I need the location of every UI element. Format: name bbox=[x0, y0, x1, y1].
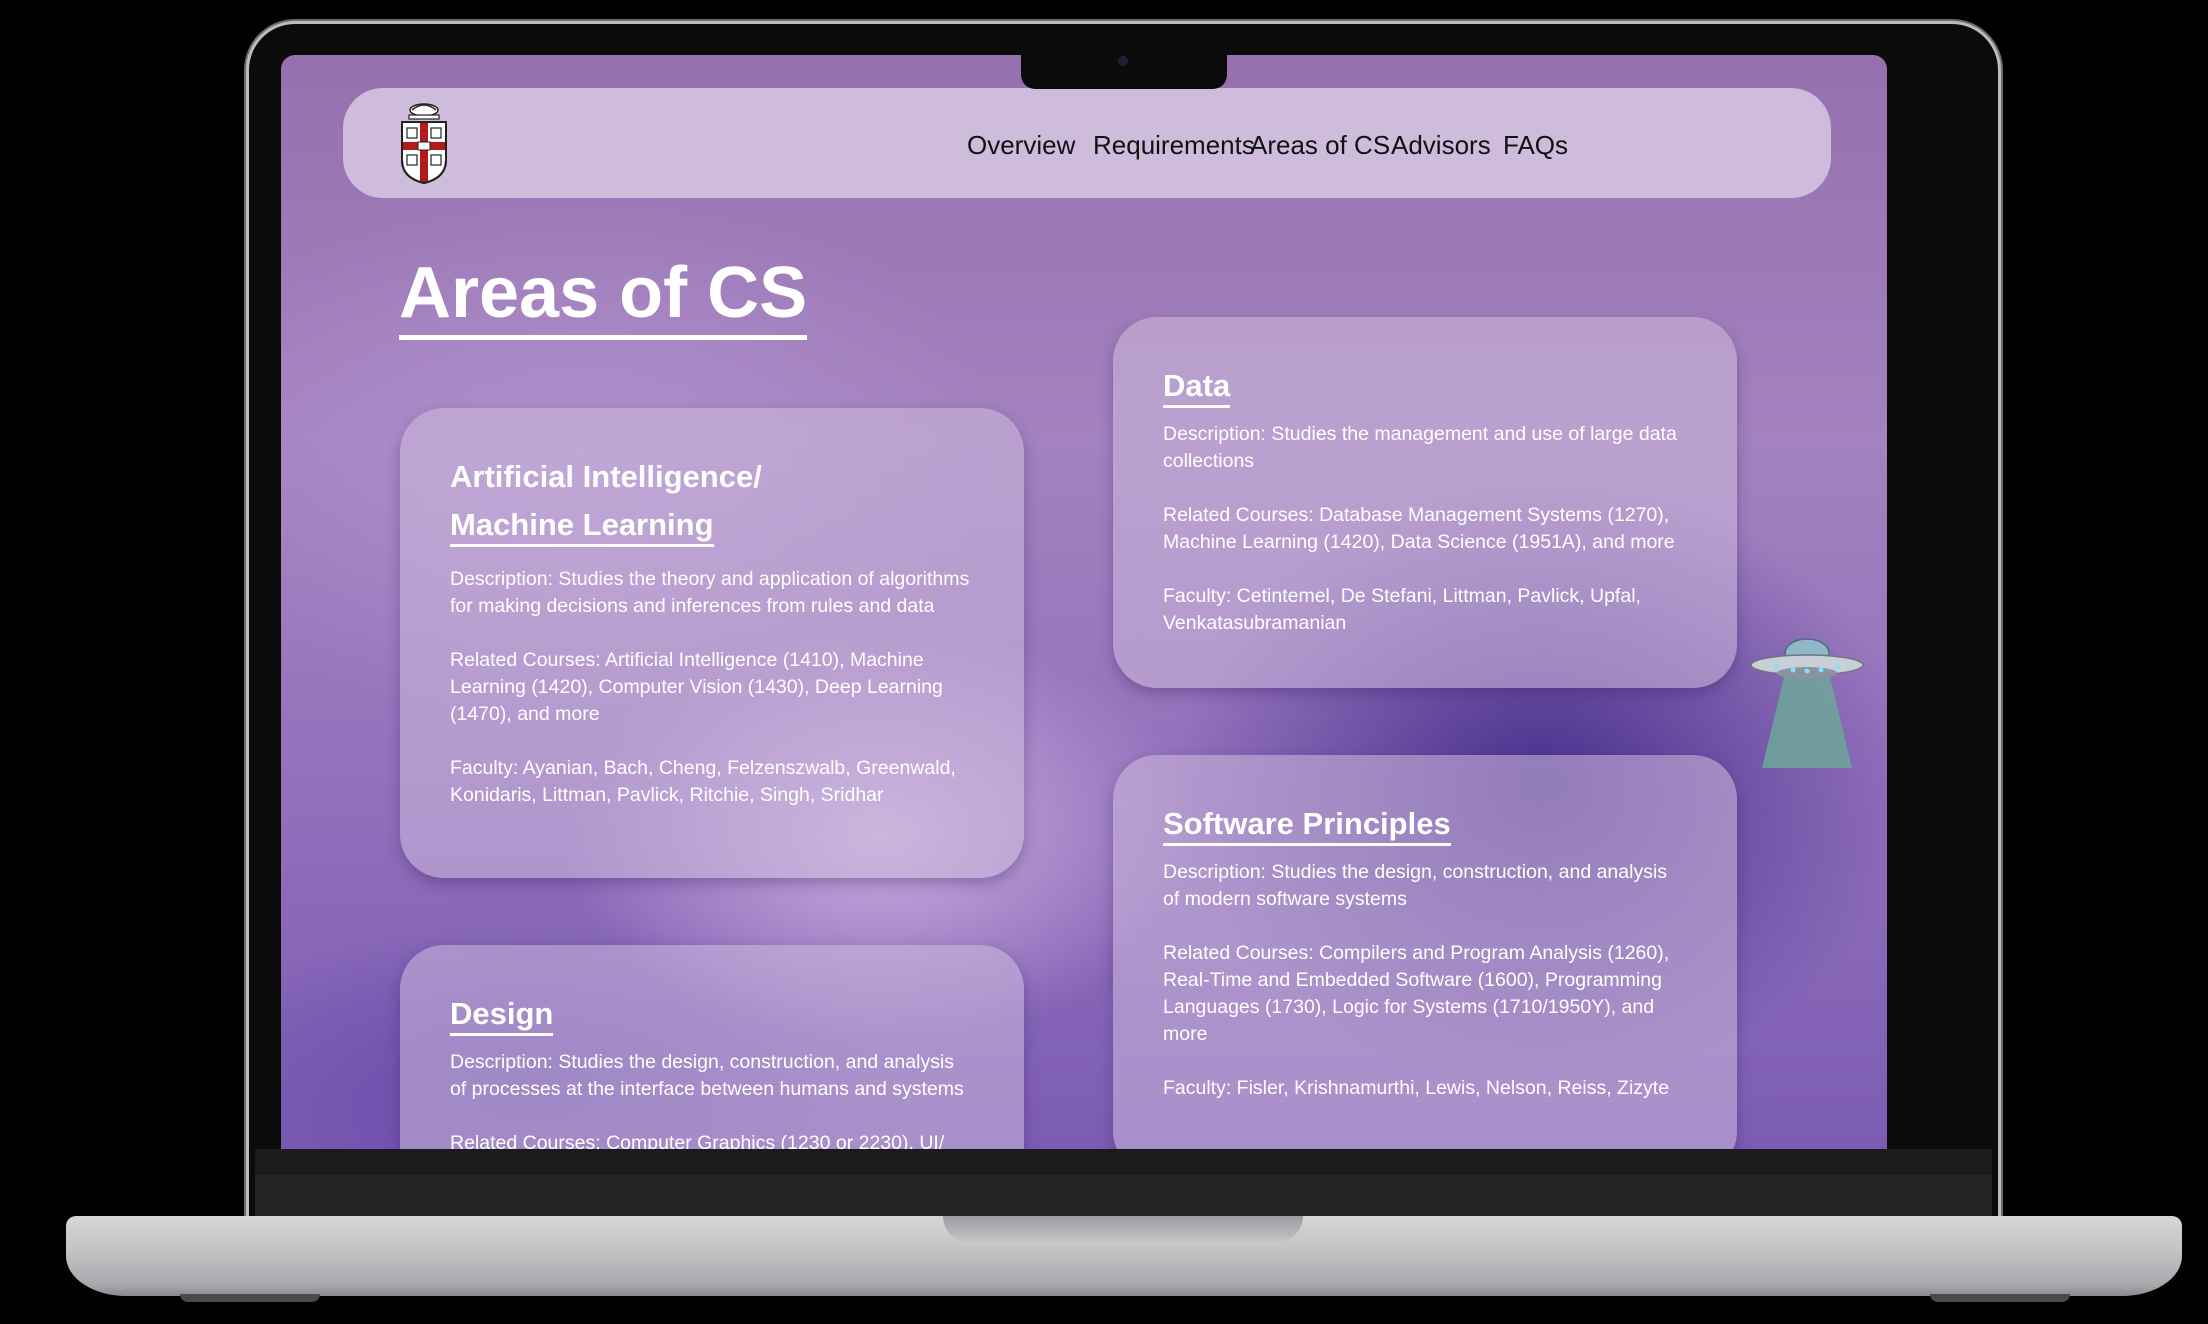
laptop-foot-right bbox=[1930, 1294, 2070, 1302]
card-title: Machine Learning bbox=[450, 507, 714, 547]
card-description: Description: Studies the theory and appl… bbox=[450, 568, 970, 617]
website-screen: Overview Requirements Areas of CS Adviso… bbox=[281, 55, 1887, 1149]
card-title: Artificial Intelligence/ bbox=[450, 459, 762, 494]
card-title: Design bbox=[450, 996, 554, 1036]
nav-overview[interactable]: Overview bbox=[967, 130, 1075, 161]
nav-requirements[interactable]: Requirements bbox=[1093, 130, 1255, 161]
card-faculty: Faculty: Cetintemel, De Stefani, Littman… bbox=[1163, 585, 1641, 634]
ufo-icon bbox=[1750, 638, 1864, 768]
nav-advisors[interactable]: Advisors bbox=[1391, 130, 1491, 161]
card-faculty: Faculty: Ayanian, Bach, Cheng, Felzenszw… bbox=[450, 757, 956, 806]
page-title: Areas of CS bbox=[399, 257, 808, 340]
card-design: Design Description: Studies the design, … bbox=[400, 945, 1024, 1149]
card-title: Software Principles bbox=[1163, 806, 1451, 846]
card-description: Description: Studies the management and … bbox=[1163, 423, 1677, 472]
card-data: Data Description: Studies the management… bbox=[1113, 317, 1737, 688]
nav-faqs[interactable]: FAQs bbox=[1503, 130, 1568, 161]
top-navigation: Overview Requirements Areas of CS Adviso… bbox=[343, 88, 1831, 198]
camera-icon bbox=[1118, 56, 1128, 66]
laptop-foot-left bbox=[180, 1294, 320, 1302]
card-ai-ml: Artificial Intelligence/ Machine Learnin… bbox=[400, 408, 1024, 878]
card-title: Data bbox=[1163, 368, 1231, 408]
brown-university-shield-icon[interactable] bbox=[397, 102, 451, 184]
card-software-principles: Software Principles Description: Studies… bbox=[1113, 755, 1737, 1149]
card-courses: Related Courses: Compilers and Program A… bbox=[1163, 942, 1670, 1045]
laptop-base-notch bbox=[943, 1216, 1303, 1242]
card-faculty: Faculty: Fisler, Krishnamurthi, Lewis, N… bbox=[1163, 1077, 1670, 1099]
card-courses: Related Courses: Computer Graphics (1230… bbox=[450, 1132, 945, 1149]
card-courses: Related Courses: Database Management Sys… bbox=[1163, 504, 1675, 553]
card-description: Description: Studies the design, constru… bbox=[1163, 861, 1668, 910]
card-courses: Related Courses: Artificial Intelligence… bbox=[450, 649, 943, 725]
laptop-hinge bbox=[255, 1175, 1992, 1217]
card-description: Description: Studies the design, constru… bbox=[450, 1051, 964, 1100]
nav-areas-of-cs[interactable]: Areas of CS bbox=[1250, 130, 1390, 161]
